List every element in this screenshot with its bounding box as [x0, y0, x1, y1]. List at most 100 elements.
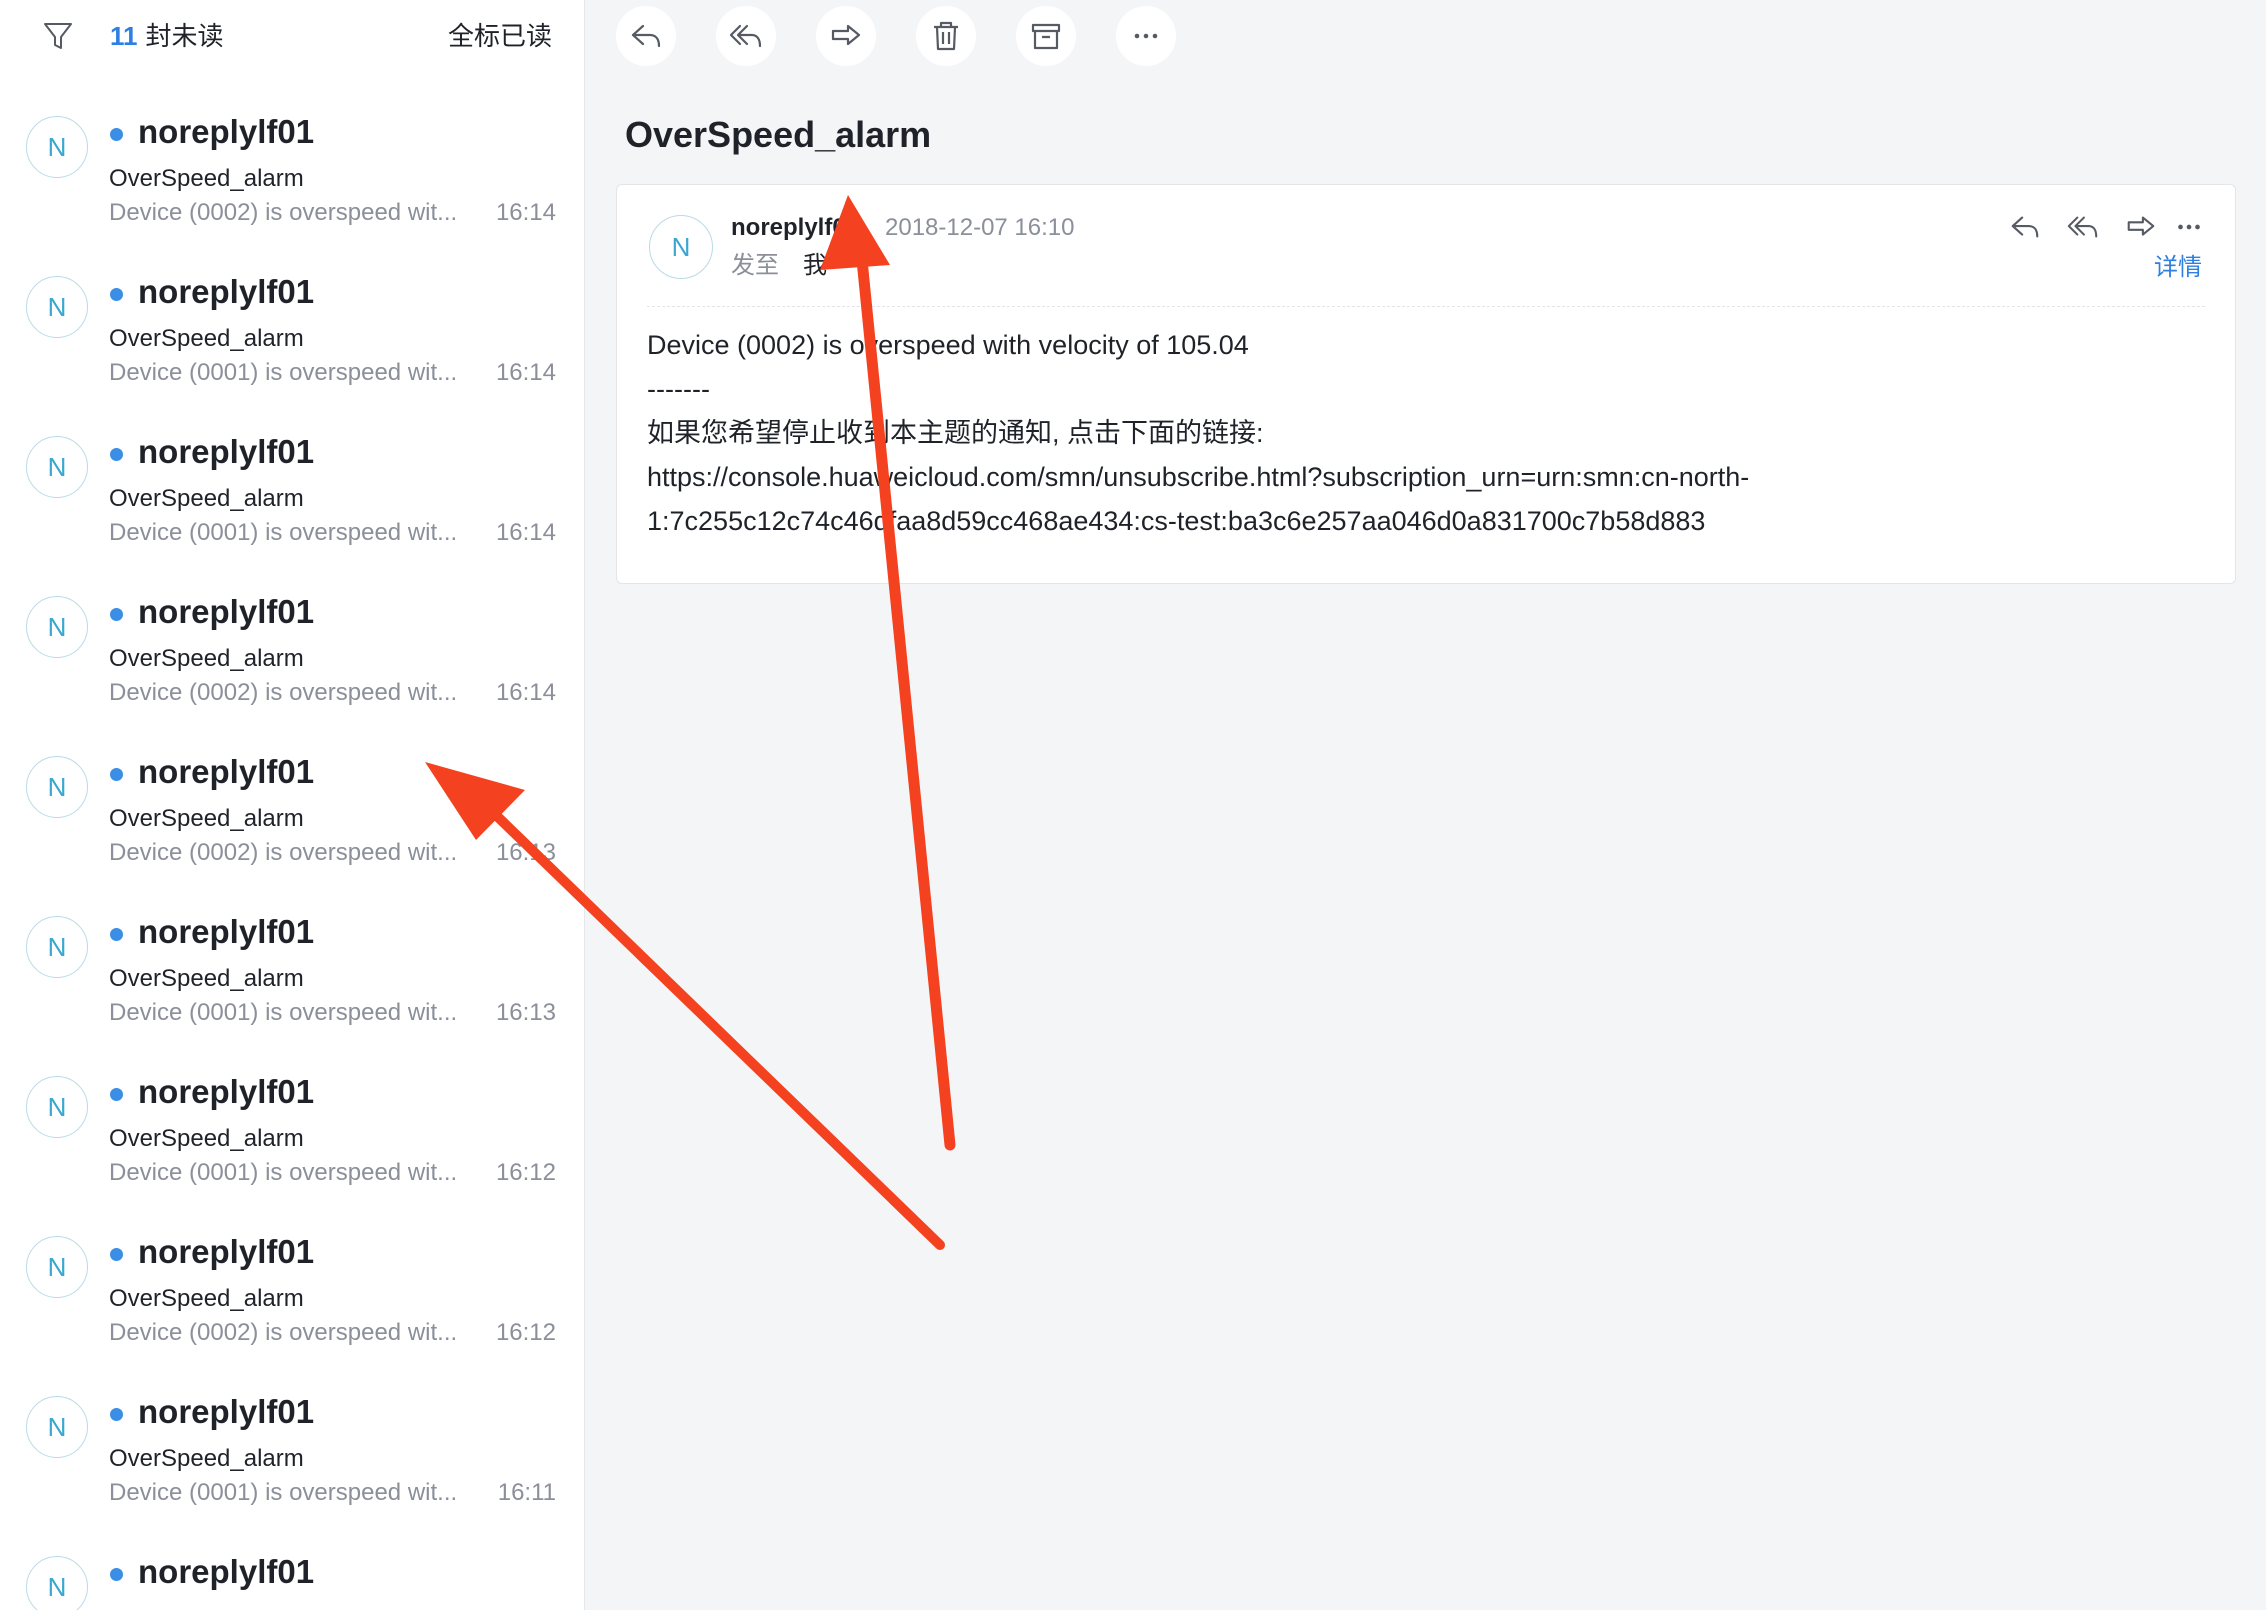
details-link[interactable]: 详情 — [2154, 251, 2202, 285]
more-button[interactable] — [1116, 6, 1176, 66]
unread-indicator — [110, 128, 123, 141]
mail-body: Device (0002) is overspeed with velocity… — [647, 323, 2205, 543]
body-line: 如果您希望停止收到本主题的通知, 点击下面的链接: — [647, 418, 1264, 448]
mail-time: 16:14 — [495, 679, 556, 706]
card-reply-button[interactable] — [2005, 207, 2045, 247]
sender-avatar: N — [26, 1076, 88, 1138]
unsubscribe-link-line-2[interactable]: 1:7c255c12c74c46dfaa8d59cc468ae434:cs-te… — [647, 499, 2205, 543]
mail-subject: OverSpeed_alarm — [109, 965, 304, 992]
forward-icon — [2127, 216, 2155, 236]
sender-name: noreplylf01 — [138, 913, 315, 950]
reply-icon — [631, 24, 661, 48]
list-header: 11 封未读 全标已读 — [0, 0, 584, 72]
mail-list-item[interactable]: Nnoreplylf01 — [0, 1528, 584, 1610]
unread-indicator — [110, 608, 123, 621]
body-line: ------- — [647, 374, 710, 404]
mail-preview: Device (0001) is overspeed wit... — [109, 1159, 458, 1186]
unsubscribe-link-line-1[interactable]: https://console.huaweicloud.com/smn/unsu… — [647, 455, 2205, 499]
mail-subject: OverSpeed_alarm — [109, 645, 304, 672]
unread-counter: 11 封未读 — [110, 18, 224, 54]
sender-name: noreplylf01 — [138, 1073, 315, 1110]
mail-list-item[interactable]: Nnoreplylf01 OverSpeed_alarm Device (0002)… — [0, 728, 584, 888]
mail-list-item[interactable]: Nnoreplylf01 OverSpeed_alarm Device (0001)… — [0, 1368, 584, 1528]
unread-indicator — [110, 768, 123, 781]
mark-all-read-button[interactable]: 全标已读 — [448, 18, 552, 54]
sender-name: noreplylf01 — [138, 1393, 315, 1430]
mail-app: 11 封未读 全标已读 Nnoreplylf01 OverSpeed_alarm De… — [0, 0, 2266, 1610]
sender-avatar: N — [26, 756, 88, 818]
mail-list-item[interactable]: Nnoreplylf01 OverSpeed_alarm Device (0002)… — [0, 1208, 584, 1368]
mail-date: 2018-12-07 16:10 — [885, 214, 1075, 241]
mail-list-item[interactable]: Nnoreplylf01 OverSpeed_alarm Device (0001)… — [0, 248, 584, 408]
unread-indicator — [110, 1568, 123, 1581]
sender-name: noreplylf01 — [138, 593, 315, 630]
mail-subject: OverSpeed_alarm — [109, 325, 304, 352]
more-icon — [1134, 33, 1158, 39]
mail-time: 16:13 — [495, 999, 556, 1026]
unread-indicator — [110, 928, 123, 941]
mail-preview: Device (0001) is overspeed wit... — [109, 359, 458, 386]
unread-count-number: 11 — [110, 21, 138, 51]
mail-preview: Device (0002) is overspeed wit... — [109, 1319, 458, 1346]
card-actions — [2005, 207, 2205, 247]
sender-avatar: N — [26, 1236, 88, 1298]
mail-subject: OverSpeed_alarm — [109, 805, 304, 832]
reply-button[interactable] — [616, 6, 676, 66]
mail-time: 16:14 — [495, 199, 556, 226]
mail-list-item[interactable]: Nnoreplylf01 OverSpeed_alarm Device (0001)… — [0, 1048, 584, 1208]
reply-all-button[interactable] — [716, 6, 776, 66]
trash-icon — [934, 21, 958, 51]
sender-avatar: N — [26, 916, 88, 978]
filter-icon[interactable] — [42, 20, 74, 52]
mail-list-item[interactable]: Nnoreplylf01 OverSpeed_alarm Device (0002)… — [0, 88, 584, 248]
forward-icon — [831, 24, 861, 46]
mail-list-item[interactable]: Nnoreplylf01 OverSpeed_alarm Device (0001)… — [0, 408, 584, 568]
recipient-label: 发至 — [731, 252, 779, 279]
mail-subject-title: OverSpeed_alarm — [625, 114, 932, 155]
mail-subject: OverSpeed_alarm — [109, 1285, 304, 1312]
mail-subject: OverSpeed_alarm — [109, 1125, 304, 1152]
card-divider — [647, 306, 2205, 307]
card-more-button[interactable] — [2169, 207, 2209, 247]
sender-avatar: N — [26, 116, 88, 178]
mail-preview: Device (0002) is overspeed wit... — [109, 679, 458, 706]
mail-list-item[interactable]: Nnoreplylf01 OverSpeed_alarm Device (0001)… — [0, 888, 584, 1048]
mail-time: 16:12 — [495, 1319, 556, 1346]
unread-indicator — [110, 448, 123, 461]
mail-time: 16:13 — [495, 839, 556, 866]
sender-avatar: N — [26, 1396, 88, 1458]
sender-name: noreplylf01 — [138, 753, 315, 790]
mail-preview: Device (0002) is overspeed wit... — [109, 839, 458, 866]
mail-subject: OverSpeed_alarm — [109, 165, 304, 192]
mail-time: 16:12 — [495, 1159, 556, 1186]
mail-list-item[interactable]: Nnoreplylf01 OverSpeed_alarm Device (0002)… — [0, 568, 584, 728]
delete-button[interactable] — [916, 6, 976, 66]
mail-preview: Device (0001) is overspeed wit... — [109, 999, 458, 1026]
archive-button[interactable] — [1016, 6, 1076, 66]
mail-preview: Device (0001) is overspeed wit... — [109, 1479, 458, 1506]
sender-avatar: N — [26, 596, 88, 658]
unread-indicator — [110, 1408, 123, 1421]
reply-all-icon — [2067, 216, 2098, 238]
card-reply-all-button[interactable] — [2063, 207, 2103, 247]
sender-name: noreplylf01 — [138, 1233, 315, 1270]
more-icon — [2178, 224, 2200, 230]
mail-preview: Device (0002) is overspeed wit... — [109, 199, 458, 226]
sender-avatar: N — [26, 276, 88, 338]
sender-avatar: N — [649, 215, 713, 279]
unread-indicator — [110, 1248, 123, 1261]
reply-all-icon — [729, 24, 762, 48]
mail-preview: Device (0001) is overspeed wit... — [109, 519, 458, 546]
card-forward-button[interactable] — [2121, 207, 2161, 247]
mail-subject: OverSpeed_alarm — [109, 1445, 304, 1472]
sender-avatar: N — [26, 436, 88, 498]
sender-avatar: N — [26, 1556, 88, 1610]
mail-detail-card: N noreplylf01 2018-12-07 16:10 发至 我 详情 D… — [616, 184, 2236, 584]
sender-name[interactable]: noreplylf01 — [731, 211, 859, 245]
forward-button[interactable] — [816, 6, 876, 66]
mail-time: 16:11 — [497, 1479, 556, 1506]
reply-icon — [2011, 216, 2039, 238]
sender-name: noreplylf01 — [138, 433, 315, 470]
recipient-value: 我 — [803, 252, 827, 279]
unread-count-label: 封未读 — [145, 21, 224, 51]
